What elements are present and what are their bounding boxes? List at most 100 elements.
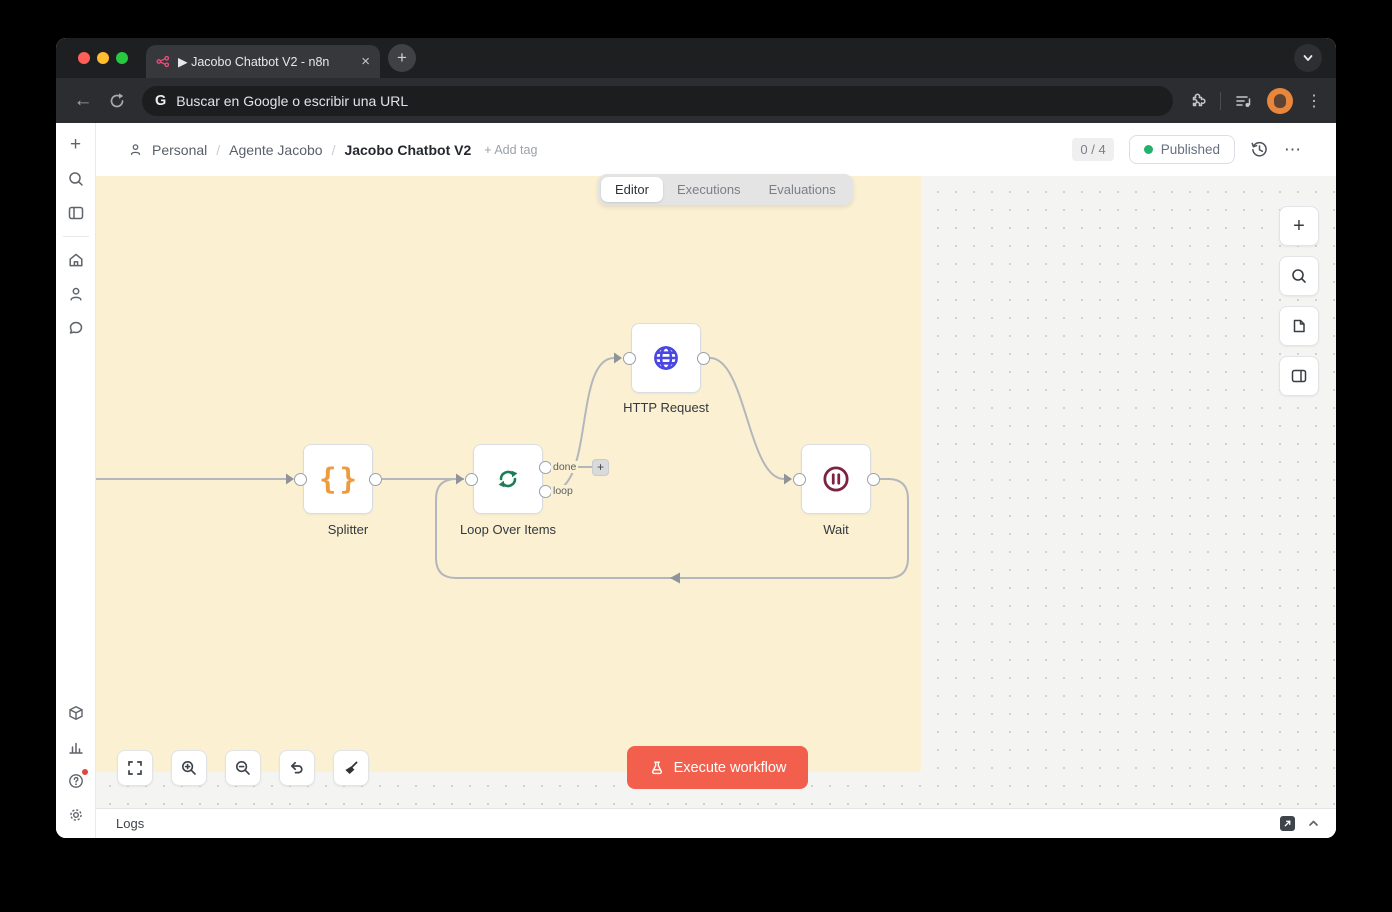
sidebar-collapse-button[interactable] [62,199,90,227]
node-wait[interactable] [801,444,871,514]
user-icon [128,142,143,157]
gear-icon [67,806,85,824]
add-sticky-note-button[interactable] [1279,306,1319,346]
tab-close-icon[interactable]: × [361,54,370,69]
canvas-search-button[interactable] [1279,256,1319,296]
sidebar-item-templates[interactable] [62,699,90,727]
tab-editor[interactable]: Editor [601,177,663,202]
sidebar-item-settings[interactable] [62,801,90,829]
workflow-menu-icon[interactable]: ⋯ [1284,140,1301,160]
toolbar-separator [1220,92,1221,110]
add-node-button[interactable]: + [1279,206,1319,246]
published-button[interactable]: Published [1129,135,1235,164]
chevron-up-icon[interactable] [1307,817,1320,830]
sidebar-item-insights[interactable] [62,733,90,761]
issues-counter[interactable]: 0 / 4 [1072,138,1113,161]
plus-icon: + [1293,215,1305,238]
add-tag-button[interactable]: + Add tag [484,143,537,157]
panel-left-icon [67,204,85,222]
logs-title: Logs [116,816,144,831]
extensions-icon[interactable] [1187,91,1207,111]
back-button[interactable]: ← [70,90,96,112]
browser-toolbar: ← G ⋮ [56,78,1336,123]
output-port-wait[interactable] [867,473,880,486]
google-logo-icon: G [155,93,166,109]
popout-arrow-icon [1283,819,1292,828]
browser-window: ▶ Jacobo Chatbot V2 - n8n × + ← G [56,38,1336,838]
media-controls-icon[interactable] [1234,91,1254,111]
node-label: Splitter [268,522,428,537]
reload-button[interactable] [104,92,130,110]
output-port-loop-done[interactable] [539,461,552,474]
user-icon [67,285,85,303]
close-window-button[interactable] [78,52,90,64]
home-icon [67,251,85,269]
input-port-wait[interactable] [793,473,806,486]
sidebar-search-button[interactable] [62,165,90,193]
tidy-up-button[interactable] [333,750,369,786]
chat-bubble-icon [67,319,85,337]
minimize-window-button[interactable] [97,52,109,64]
input-port-http[interactable] [623,352,636,365]
node-splitter[interactable]: {} [303,444,373,514]
tab-search-button[interactable] [1294,44,1322,72]
node-loop-over-items[interactable] [473,444,543,514]
browser-menu-icon[interactable]: ⋮ [1306,91,1322,111]
execute-workflow-button[interactable]: Execute workflow [627,746,808,789]
sidebar-divider [63,236,89,237]
open-logs-window-button[interactable] [1280,816,1295,831]
tab-title: ▶ Jacobo Chatbot V2 - n8n [178,54,354,69]
sidebar-item-help[interactable] [62,767,90,795]
fit-view-icon [126,759,144,777]
add-node-inline-button[interactable]: + [592,459,609,476]
search-icon [1290,267,1308,285]
chevron-down-icon [1302,52,1314,64]
profile-avatar[interactable] [1267,88,1293,114]
input-port-splitter[interactable] [294,473,307,486]
output-port-loop-loop[interactable] [539,485,552,498]
sidebar-item-home[interactable] [62,246,90,274]
sidebar-item-chat[interactable] [62,314,90,342]
output-port-http[interactable] [697,352,710,365]
zoom-out-icon [234,759,252,777]
broom-icon [342,759,360,777]
output-port-splitter[interactable] [369,473,382,486]
breadcrumb-separator: / [332,142,336,158]
fullscreen-window-button[interactable] [116,52,128,64]
window-controls [78,52,128,64]
address-bar[interactable]: G [142,86,1173,116]
pause-icon [819,462,853,496]
browser-tab-active[interactable]: ▶ Jacobo Chatbot V2 - n8n × [146,45,380,78]
reload-icon [108,92,126,110]
browser-tabstrip: ▶ Jacobo Chatbot V2 - n8n × + [56,38,1336,78]
tab-executions[interactable]: Executions [663,177,755,202]
logs-panel-header[interactable]: Logs [96,808,1336,838]
sidebar-item-personal[interactable] [62,280,90,308]
breadcrumb-project[interactable]: Personal [152,142,207,158]
zoom-out-button[interactable] [225,750,261,786]
toggle-panel-button[interactable] [1279,356,1319,396]
zoom-to-fit-button[interactable] [117,750,153,786]
sticky-note-icon [1290,317,1308,335]
breadcrumb: Personal / Agente Jacobo / Jacobo Chatbo… [128,142,537,158]
help-icon [67,772,85,790]
node-http-request[interactable] [631,323,701,393]
breadcrumb-folder[interactable]: Agente Jacobo [229,142,322,158]
workflow-canvas[interactable]: {} Splitter [96,176,1336,808]
zoom-in-button[interactable] [171,750,207,786]
output-label-done: done [551,461,578,473]
tab-evaluations[interactable]: Evaluations [755,177,850,202]
output-label-loop: loop [551,485,575,497]
sidebar-add-button[interactable]: + [62,131,90,159]
undo-button[interactable] [279,750,315,786]
globe-icon [649,341,683,375]
published-status-dot [1144,145,1153,154]
node-label: HTTP Request [586,400,746,415]
history-icon[interactable] [1250,140,1269,159]
new-tab-button[interactable]: + [388,44,416,72]
input-port-loop[interactable] [465,473,478,486]
flask-icon [649,760,665,776]
toolbar-actions: ⋮ [1187,88,1322,114]
address-bar-input[interactable] [176,93,1160,109]
workflow-name[interactable]: Jacobo Chatbot V2 [344,142,471,158]
